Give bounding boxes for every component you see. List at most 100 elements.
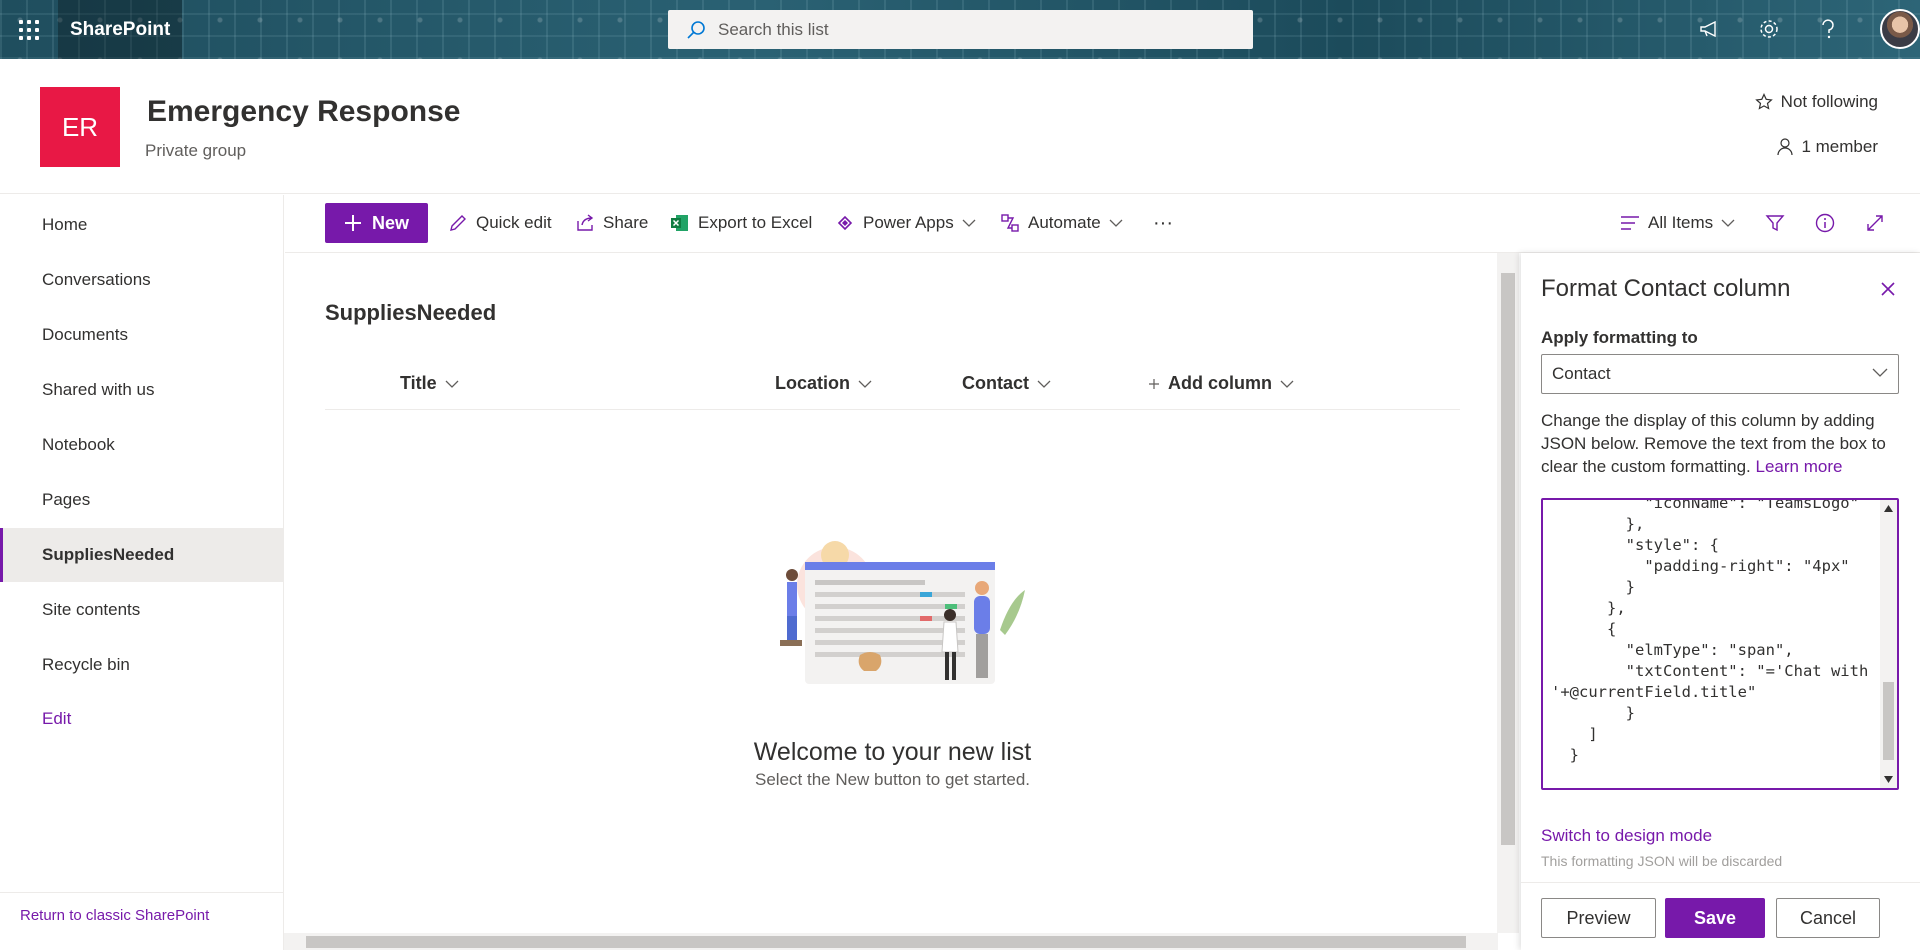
search-icon <box>687 20 705 39</box>
scrollbar-thumb[interactable] <box>1501 273 1515 845</box>
chevron-down-icon <box>962 219 976 227</box>
return-to-classic-link[interactable]: Return to classic SharePoint <box>20 907 209 924</box>
column-header-label: Location <box>775 373 850 393</box>
json-scrollbar[interactable] <box>1880 500 1897 788</box>
dropdown-value: Contact <box>1552 364 1611 383</box>
site-header: ER Emergency Response Private group Not … <box>0 59 1920 194</box>
share-icon <box>577 214 594 231</box>
json-editor[interactable]: "iconName": "TeamsLogo" }, "style": { "p… <box>1541 498 1899 790</box>
pencil-icon <box>450 215 466 231</box>
chevron-down-icon <box>1872 368 1888 377</box>
cancel-button[interactable]: Cancel <box>1776 898 1880 938</box>
apply-formatting-label: Apply formatting to <box>1541 328 1698 347</box>
plus-icon <box>344 215 361 231</box>
switch-to-design-mode-link[interactable]: Switch to design mode <box>1541 826 1712 846</box>
site-subtitle: Private group <box>145 141 247 160</box>
follow-button[interactable]: Not following <box>1754 92 1878 112</box>
power-apps-label: Power Apps <box>863 213 954 232</box>
nav-item-suppliesneeded[interactable]: SuppliesNeeded <box>0 528 283 582</box>
quick-edit-button[interactable]: Quick edit <box>448 203 552 243</box>
expand-button[interactable] <box>1865 203 1885 243</box>
vertical-scrollbar[interactable] <box>1497 253 1519 933</box>
help-icon[interactable] <box>1813 14 1843 44</box>
column-header-label: Title <box>400 373 437 393</box>
info-icon <box>1815 213 1835 233</box>
plus-icon <box>1149 378 1159 389</box>
share-button[interactable]: Share <box>575 203 648 243</box>
close-button[interactable] <box>1874 275 1902 303</box>
empty-state-title: Welcome to your new list <box>753 738 1032 766</box>
nav-item-shared-with-us[interactable]: Shared with us <box>0 363 283 417</box>
export-label: Export to Excel <box>698 213 813 232</box>
expand-icon <box>1867 215 1883 231</box>
scroll-up-icon[interactable] <box>1884 505 1893 512</box>
empty-list-illustration <box>780 541 1025 684</box>
nav-item-documents[interactable]: Documents <box>0 308 283 362</box>
preview-button[interactable]: Preview <box>1541 898 1656 938</box>
save-button[interactable]: Save <box>1665 898 1765 938</box>
view-label: All Items <box>1648 213 1714 232</box>
info-button[interactable] <box>1815 203 1835 243</box>
nav-edit-link[interactable]: Edit <box>0 692 283 746</box>
add-column-button[interactable]: Add column <box>1148 373 1294 394</box>
excel-icon <box>671 215 688 231</box>
nav-item-recycle-bin[interactable]: Recycle bin <box>0 638 283 692</box>
person-icon <box>1777 138 1794 156</box>
automate-button[interactable]: Automate <box>1000 203 1123 243</box>
column-header-contact[interactable]: Contact <box>962 373 1051 394</box>
new-label: New <box>371 212 409 233</box>
members-button[interactable]: 1 member <box>1777 137 1878 157</box>
share-label: Share <box>603 213 649 232</box>
scrollbar-thumb[interactable] <box>306 936 1466 948</box>
flow-icon <box>1001 214 1019 232</box>
column-header-location[interactable]: Location <box>775 373 872 394</box>
app-name[interactable]: SharePoint <box>58 0 182 59</box>
nav-item-conversations[interactable]: Conversations <box>0 253 283 307</box>
pane-title: Format Contact column <box>1541 275 1791 302</box>
json-text[interactable]: "iconName": "TeamsLogo" }, "style": { "p… <box>1551 500 1881 766</box>
site-logo[interactable]: ER <box>40 87 120 167</box>
scroll-down-icon[interactable] <box>1884 776 1893 783</box>
nav-item-notebook[interactable]: Notebook <box>0 418 283 472</box>
power-apps-icon <box>837 215 853 231</box>
new-button[interactable]: New <box>325 203 428 243</box>
search-box[interactable]: Search this list <box>668 10 1253 49</box>
filter-button[interactable] <box>1765 203 1785 243</box>
waffle-icon <box>19 19 39 40</box>
column-header-title[interactable]: Title <box>400 373 459 394</box>
horizontal-scrollbar[interactable] <box>284 933 1498 950</box>
view-selector[interactable]: All Items <box>1620 203 1735 243</box>
apply-formatting-dropdown[interactable]: Contact <box>1541 354 1899 394</box>
scrollbar-thumb[interactable] <box>1883 682 1894 760</box>
column-header-label: Add column <box>1168 373 1272 393</box>
close-icon <box>1881 282 1895 296</box>
user-avatar[interactable] <box>1880 9 1920 49</box>
megaphone-icon[interactable] <box>1695 14 1725 44</box>
export-to-excel-button[interactable]: Export to Excel <box>670 203 812 243</box>
filter-icon <box>1765 215 1785 232</box>
app-launcher-button[interactable] <box>0 0 58 59</box>
empty-state-subtitle: Select the New button to get started. <box>755 770 1030 789</box>
divider <box>0 892 283 893</box>
star-icon <box>1754 93 1773 110</box>
column-header-label: Contact <box>962 373 1029 393</box>
power-apps-button[interactable]: Power Apps <box>835 203 976 243</box>
nav-item-site-contents[interactable]: Site contents <box>0 583 283 637</box>
chevron-down-icon <box>1109 219 1123 227</box>
site-title[interactable]: Emergency Response <box>147 95 460 129</box>
quick-edit-label: Quick edit <box>476 213 552 232</box>
learn-more-link[interactable]: Learn more <box>1756 457 1843 476</box>
format-column-pane: Format Contact column Apply formatting t… <box>1521 253 1920 950</box>
members-label: 1 member <box>1801 137 1878 156</box>
switch-note: This formatting JSON will be discarded <box>1541 853 1783 869</box>
divider <box>1521 882 1920 883</box>
list-title: SuppliesNeeded <box>325 300 497 325</box>
command-bar: New Quick edit Share Export to Excel Pow… <box>285 195 1920 253</box>
chevron-down-icon <box>1280 380 1294 388</box>
pane-description: Change the display of this column by add… <box>1541 409 1906 478</box>
left-navigation: Home Conversations Documents Shared with… <box>0 195 284 950</box>
nav-item-home[interactable]: Home <box>0 198 283 252</box>
gear-icon[interactable] <box>1754 14 1784 44</box>
nav-item-pages[interactable]: Pages <box>0 473 283 527</box>
more-actions-button[interactable]: ··· <box>1153 203 1173 243</box>
